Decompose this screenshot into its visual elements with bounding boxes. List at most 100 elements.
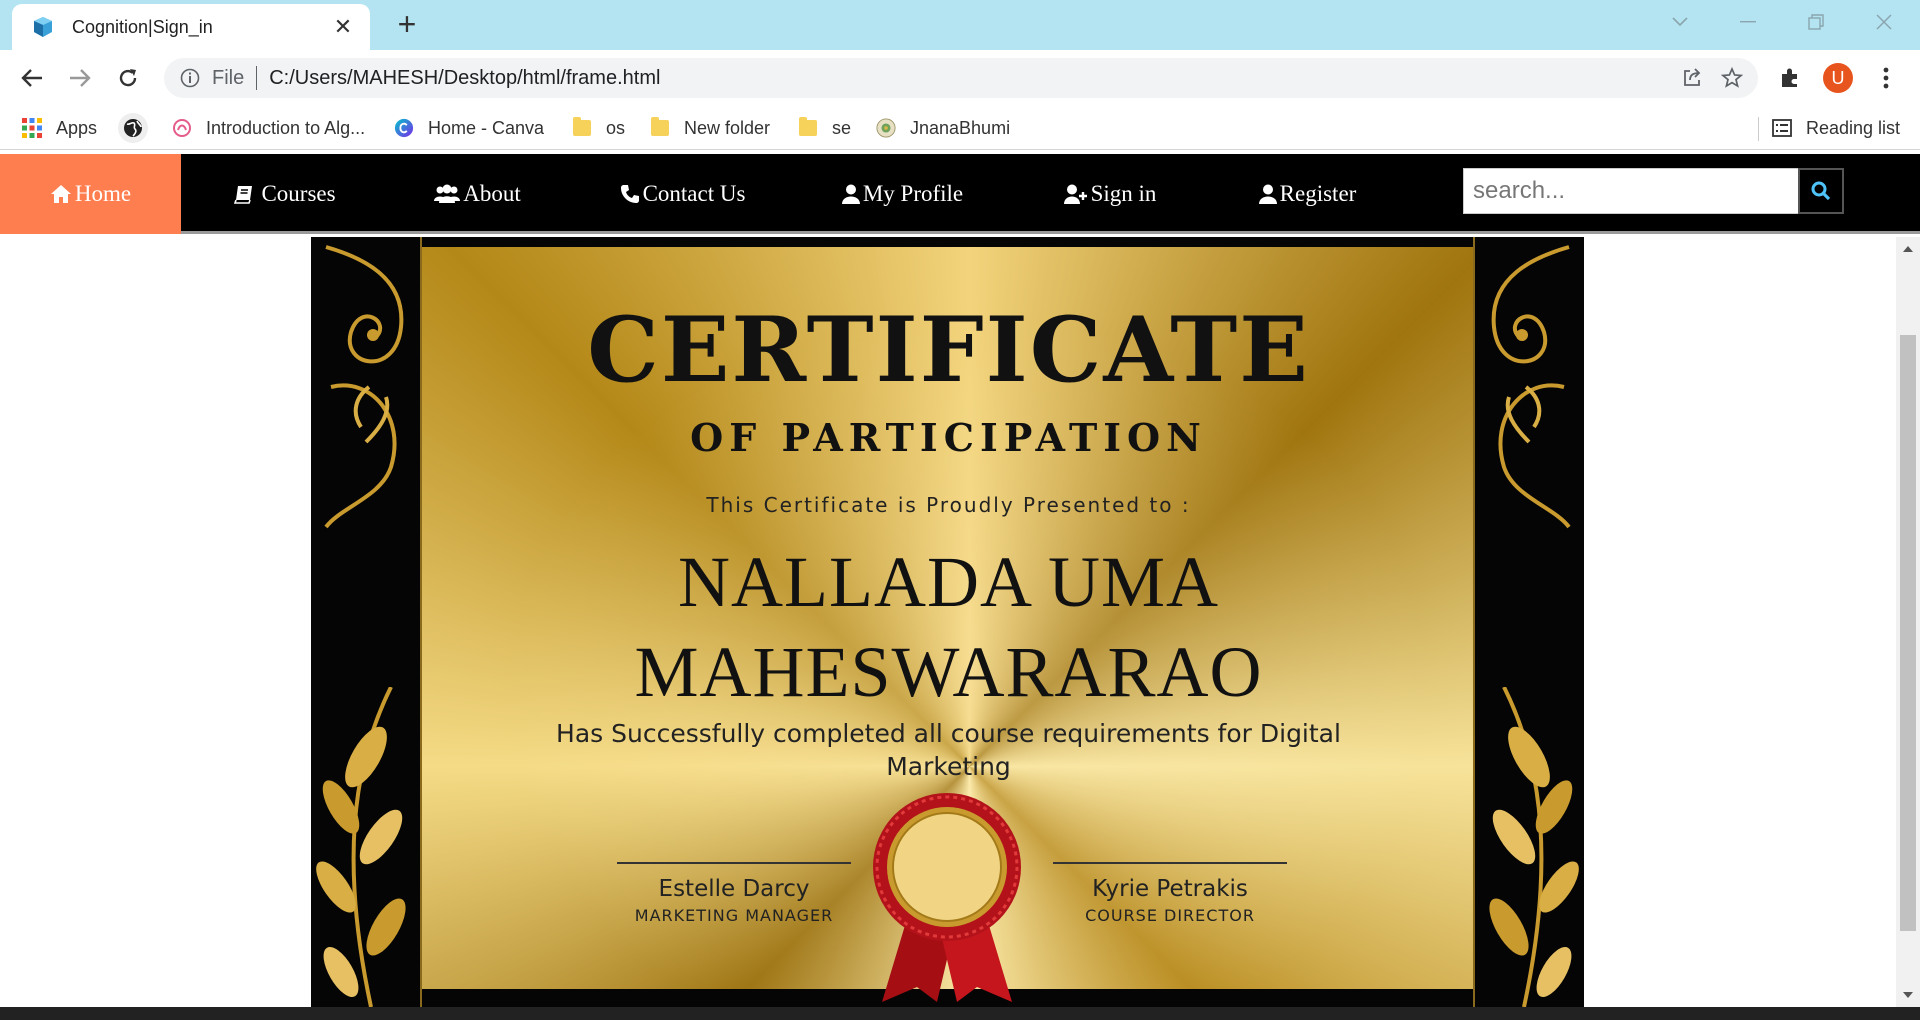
certificate-image: CERTIFICATE OF PARTICIPATION This Certif…: [311, 237, 1584, 1007]
search-button[interactable]: [1798, 168, 1844, 214]
signature-block-left: Estelle Darcy MARKETING MANAGER: [617, 862, 851, 925]
certificate-gold-panel: CERTIFICATE OF PARTICIPATION This Certif…: [422, 247, 1475, 1002]
reload-button[interactable]: [110, 60, 146, 96]
nav-sign-in-label: Sign in: [1090, 181, 1157, 206]
home-icon: [50, 185, 71, 203]
bookmark-label: se: [832, 117, 852, 138]
signatory-name: Estelle Darcy: [658, 876, 810, 902]
reading-list-icon: [1772, 118, 1792, 138]
scroll-down-arrow-icon[interactable]: [1902, 989, 1914, 1001]
certificate-subheading: OF PARTICIPATION: [690, 415, 1207, 460]
forward-button[interactable]: [62, 60, 98, 96]
minimize-window-button[interactable]: [1714, 0, 1782, 44]
user-plus-icon: [1063, 184, 1087, 204]
left-border-line: [311, 237, 422, 1007]
bookmark-folder-new-folder[interactable]: New folder: [650, 114, 770, 142]
extensions-icon[interactable]: [1772, 60, 1808, 96]
bookmarks-bar: Apps Introduction to Alg... Home - Canva…: [0, 106, 1920, 150]
scroll-thumb[interactable]: [1900, 335, 1916, 931]
globe-icon: [118, 113, 148, 143]
browser-tab-bar: Cognition|Sign_in ✕ +: [0, 0, 1920, 50]
url-text[interactable]: C:/Users/MAHESH/Desktop/html/frame.html: [269, 67, 1672, 90]
scroll-up-arrow-icon[interactable]: [1902, 243, 1914, 255]
reading-list-button[interactable]: Reading list: [1772, 114, 1900, 142]
taskbar-edge: [0, 1007, 1920, 1020]
bookmark-label: Apps: [56, 117, 98, 138]
bookmark-folder-se[interactable]: se: [798, 114, 851, 142]
user-icon: [1258, 184, 1277, 204]
restore-window-button[interactable]: [1782, 0, 1850, 44]
nav-my-profile[interactable]: My Profile: [815, 154, 990, 234]
nav-about[interactable]: About: [395, 154, 560, 234]
phone-icon: [620, 185, 639, 203]
bookmarks-divider: [1758, 117, 1759, 141]
close-window-button[interactable]: [1850, 0, 1918, 44]
nav-contact-us[interactable]: Contact Us: [590, 154, 775, 234]
profile-initial: U: [1823, 63, 1853, 93]
bookmark-apps[interactable]: Apps: [22, 114, 97, 142]
bookmark-label: New folder: [684, 117, 771, 138]
browser-toolbar: File C:/Users/MAHESH/Desktop/html/frame.…: [0, 50, 1920, 106]
nav-sign-in[interactable]: Sign in: [1020, 154, 1200, 234]
back-button[interactable]: [14, 60, 50, 96]
new-tab-button[interactable]: +: [390, 8, 424, 42]
folder-icon: [572, 117, 592, 138]
bookmark-globe[interactable]: [118, 113, 148, 143]
nav-register[interactable]: Register: [1225, 154, 1390, 234]
folder-icon: [650, 117, 670, 138]
tab-close-icon[interactable]: ✕: [330, 14, 356, 40]
recipient-name: NALLADA UMA MAHESWARARAO: [422, 537, 1475, 717]
apps-grid-icon: [22, 118, 42, 138]
nav-my-profile-label: My Profile: [862, 181, 964, 206]
signatory-title: MARKETING MANAGER: [634, 906, 834, 925]
nav-home-label: Home: [74, 181, 132, 206]
tab-title: Cognition|Sign_in: [72, 16, 213, 37]
signature-block-right: Kyrie Petrakis COURSE DIRECTOR: [1053, 862, 1287, 925]
jnanabhumi-icon: [876, 118, 896, 138]
recipient-name-line2: MAHESWARARAO: [634, 632, 1263, 712]
signatory-title: COURSE DIRECTOR: [1085, 906, 1255, 925]
certificate-heading: CERTIFICATE: [587, 297, 1310, 403]
site-favicon-icon: [32, 16, 54, 38]
address-bar[interactable]: File C:/Users/MAHESH/Desktop/html/frame.…: [164, 58, 1758, 98]
signatory-name: Kyrie Petrakis: [1092, 876, 1248, 902]
bookmark-star-icon[interactable]: [1712, 58, 1752, 98]
nav-courses[interactable]: Courses: [200, 154, 370, 234]
url-scheme-label: File: [212, 66, 245, 89]
folder-icon: [798, 117, 818, 138]
nav-home[interactable]: Home: [0, 154, 181, 234]
browser-menu-icon[interactable]: [1868, 60, 1904, 96]
coursera-icon: [172, 118, 192, 138]
bookmark-introduction-to-algorithms[interactable]: Introduction to Alg...: [172, 114, 365, 142]
user-icon: [841, 184, 860, 204]
page-content: CERTIFICATE OF PARTICIPATION This Certif…: [0, 237, 1896, 1007]
search-icon: [1811, 181, 1831, 201]
nav-about-label: About: [463, 181, 521, 206]
nav-courses-label: Courses: [261, 181, 336, 206]
bookmark-jnanabhumi[interactable]: JnanaBhumi: [876, 114, 1010, 142]
nav-contact-us-label: Contact Us: [642, 181, 746, 206]
profile-avatar[interactable]: U: [1820, 60, 1856, 96]
tab-search-icon[interactable]: [1646, 0, 1714, 44]
page-scrollbar[interactable]: [1896, 237, 1920, 1007]
presented-to-text: This Certificate is Proudly Presented to…: [706, 493, 1191, 517]
bookmark-label: os: [606, 117, 626, 138]
site-navbar: Home Courses About Contact Us My Profile…: [0, 154, 1920, 234]
canva-icon: [394, 118, 414, 138]
award-seal-icon: [873, 793, 1021, 1002]
bookmark-home-canva[interactable]: Home - Canva: [394, 114, 544, 142]
reading-list-label: Reading list: [1806, 117, 1901, 138]
completion-description: Has Successfully completed all course re…: [556, 719, 1341, 781]
bookmark-folder-os[interactable]: os: [572, 114, 625, 142]
book-icon: [234, 186, 253, 204]
search-input[interactable]: [1463, 168, 1799, 214]
bookmark-label: JnanaBhumi: [910, 117, 1011, 138]
recipient-name-line1: NALLADA UMA: [678, 542, 1219, 622]
share-icon[interactable]: [1672, 58, 1712, 98]
users-icon: [434, 184, 461, 203]
url-separator: [256, 66, 258, 90]
site-info-icon[interactable]: [178, 66, 202, 90]
browser-tab[interactable]: Cognition|Sign_in ✕: [12, 4, 370, 50]
bookmark-label: Introduction to Alg...: [206, 117, 366, 138]
bookmark-label: Home - Canva: [428, 117, 545, 138]
